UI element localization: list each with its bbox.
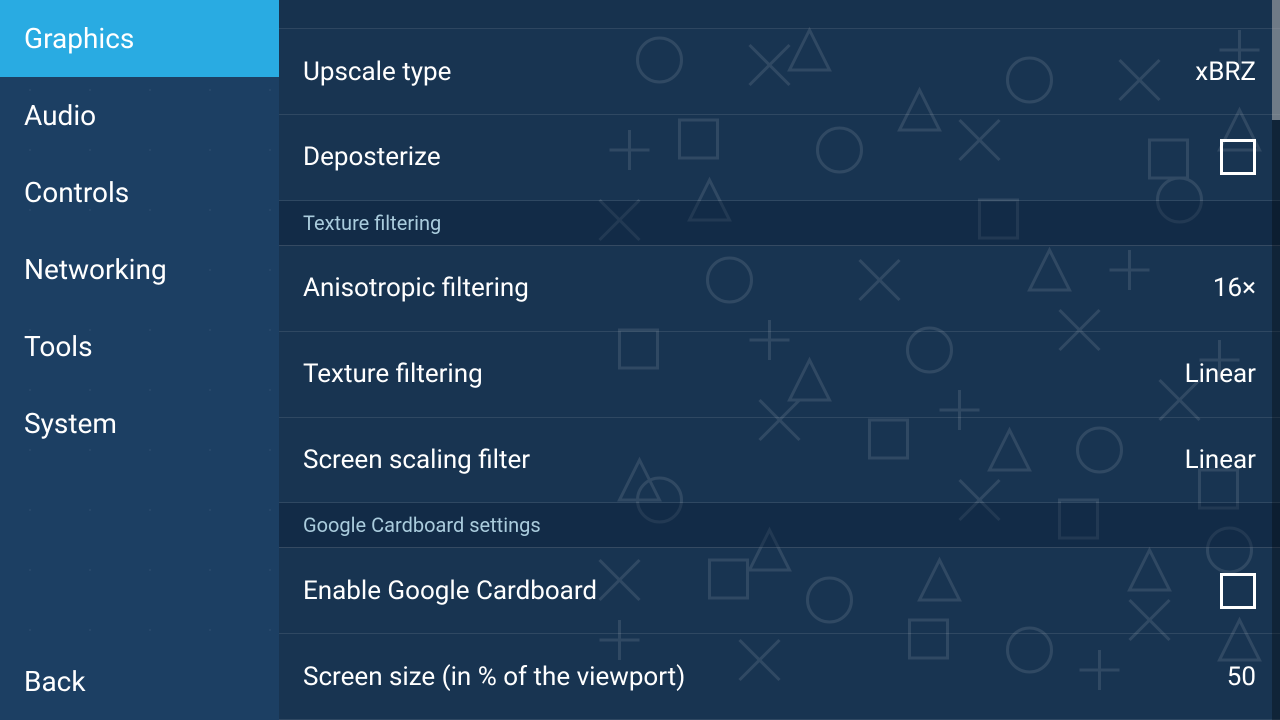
upscale-type-label: Upscale type	[303, 57, 451, 87]
texture-filtering-value: Linear	[1185, 359, 1256, 389]
settings-content: Upscale type xBRZ Deposterize Texture fi…	[279, 0, 1280, 720]
scrollbar-thumb[interactable]	[1272, 0, 1280, 120]
screen-size-viewport-value: 50	[1227, 662, 1256, 692]
deposterize-checkbox[interactable]	[1220, 139, 1256, 175]
screen-scaling-filter-value: Linear	[1185, 445, 1256, 475]
texture-filtering-row[interactable]: Texture filtering Linear	[279, 332, 1280, 418]
partial-top-row	[279, 0, 1280, 29]
screen-scaling-filter-row[interactable]: Screen scaling filter Linear	[279, 418, 1280, 504]
main-content: Upscale type xBRZ Deposterize Texture fi…	[279, 0, 1280, 720]
screen-size-viewport-row[interactable]: Screen size (in % of the viewport) 50	[279, 634, 1280, 720]
google-cardboard-checkbox[interactable]	[1220, 573, 1256, 609]
back-button[interactable]: Back	[0, 643, 279, 720]
google-cardboard-header: Google Cardboard settings	[279, 503, 1280, 548]
enable-google-cardboard-row[interactable]: Enable Google Cardboard	[279, 548, 1280, 634]
sidebar-item-graphics[interactable]: Graphics	[0, 0, 279, 77]
upscale-type-value: xBRZ	[1195, 57, 1256, 87]
sidebar-item-networking[interactable]: Networking	[0, 231, 279, 308]
deposterize-row[interactable]: Deposterize	[279, 115, 1280, 201]
texture-filtering-header: Texture filtering	[279, 201, 1280, 246]
sidebar-item-controls[interactable]: Controls	[0, 154, 279, 231]
texture-filtering-label: Texture filtering	[303, 359, 483, 389]
screen-size-viewport-label: Screen size (in % of the viewport)	[303, 662, 685, 692]
anisotropic-filtering-label: Anisotropic filtering	[303, 273, 529, 303]
upscale-type-row[interactable]: Upscale type xBRZ	[279, 29, 1280, 115]
anisotropic-filtering-row[interactable]: Anisotropic filtering 16×	[279, 246, 1280, 332]
deposterize-label: Deposterize	[303, 142, 441, 172]
enable-google-cardboard-label: Enable Google Cardboard	[303, 576, 597, 606]
sidebar-item-tools[interactable]: Tools	[0, 308, 279, 385]
scrollbar-track[interactable]	[1272, 0, 1280, 720]
sidebar: Graphics Audio Controls Networking Tools…	[0, 0, 279, 720]
screen-scaling-filter-label: Screen scaling filter	[303, 445, 530, 475]
sidebar-item-system[interactable]: System	[0, 385, 279, 462]
anisotropic-filtering-value: 16×	[1213, 273, 1256, 303]
sidebar-item-audio[interactable]: Audio	[0, 77, 279, 154]
